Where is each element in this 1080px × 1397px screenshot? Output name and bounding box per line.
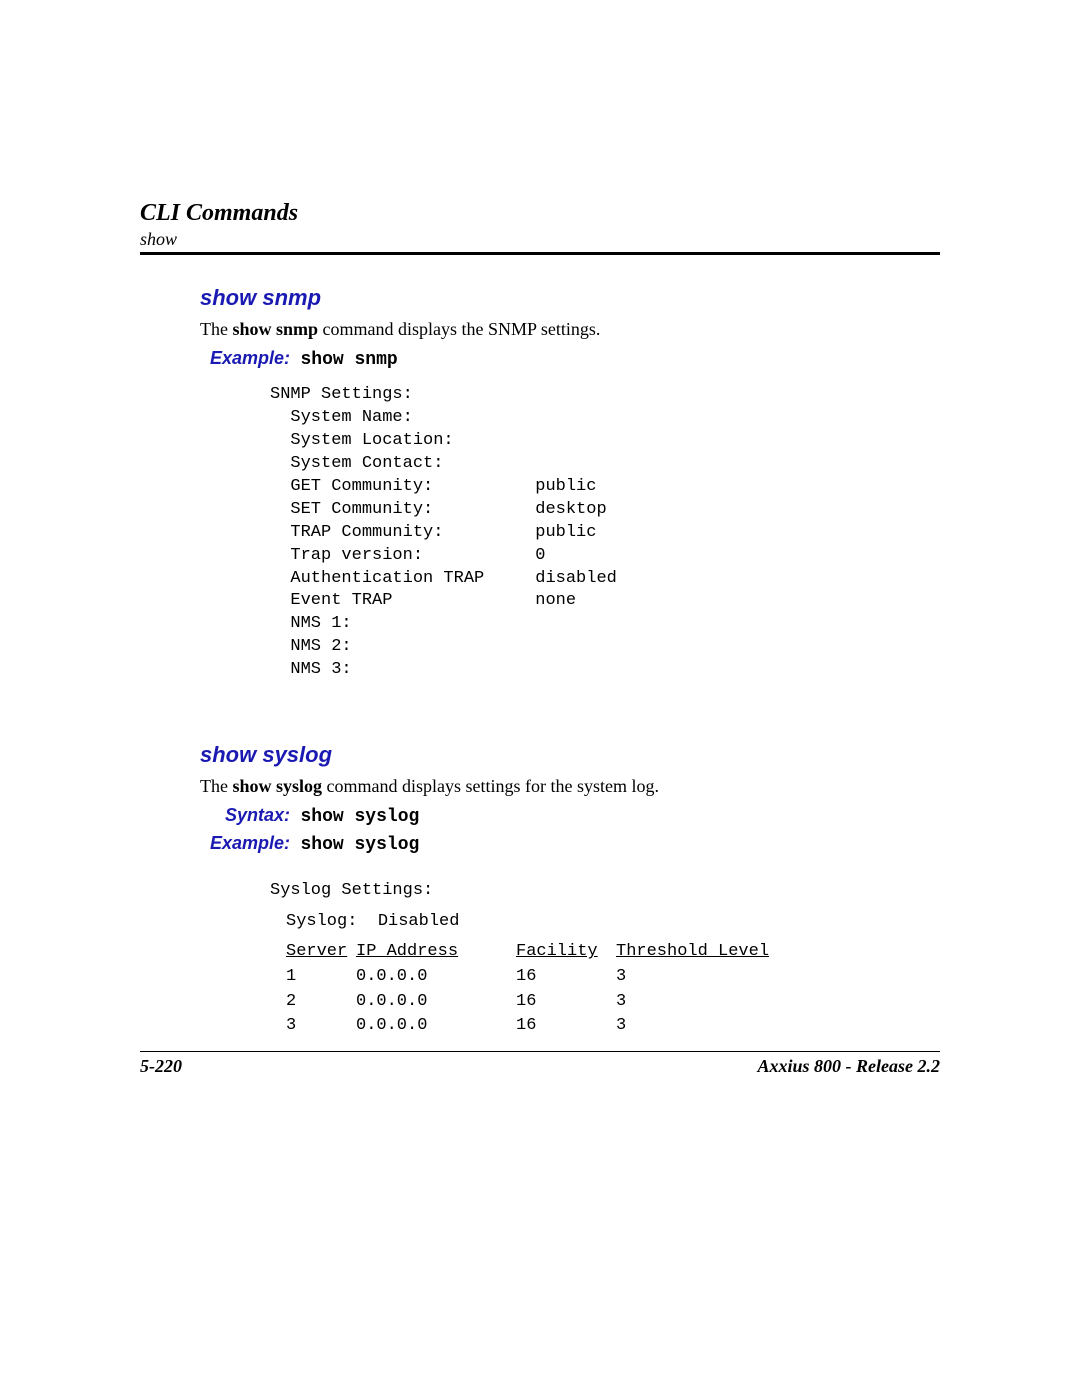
table-row: 10.0.0.0163 bbox=[270, 965, 940, 990]
syslog-title: Syslog Settings: bbox=[270, 879, 940, 904]
desc-pre: The bbox=[200, 776, 232, 796]
example-label: Example: bbox=[200, 833, 290, 854]
col-header-ip: IP Address bbox=[356, 940, 516, 965]
cell-server: 2 bbox=[286, 990, 356, 1015]
cell-threshold: 3 bbox=[616, 1014, 776, 1039]
page-header-title: CLI Commands bbox=[140, 200, 940, 227]
col-header-threshold: Threshold Level bbox=[616, 940, 776, 965]
syslog-output: Syslog Settings: Syslog: Disabled Server… bbox=[270, 879, 940, 1039]
section-heading-show-syslog: show syslog bbox=[200, 742, 940, 768]
section1-description: The show snmp command displays the SNMP … bbox=[200, 319, 940, 340]
col-header-server: Server bbox=[286, 940, 356, 965]
page-header-subtitle: show bbox=[140, 229, 940, 250]
desc-post: command displays the SNMP settings. bbox=[318, 319, 600, 339]
col-header-facility: Facility bbox=[516, 940, 616, 965]
syslog-header-row: ServerIP AddressFacilityThreshold Level bbox=[270, 940, 940, 965]
header-rule bbox=[140, 252, 940, 255]
cell-facility: 16 bbox=[516, 990, 616, 1015]
cell-facility: 16 bbox=[516, 1014, 616, 1039]
footer-product: Axxius 800 - Release 2.2 bbox=[758, 1056, 941, 1077]
example-row-syslog: Example: show syslog bbox=[200, 833, 940, 855]
desc-post: command displays settings for the system… bbox=[322, 776, 659, 796]
table-row: 30.0.0.0163 bbox=[270, 1014, 940, 1039]
example-label: Example: bbox=[200, 348, 290, 369]
desc-pre: The bbox=[200, 319, 232, 339]
desc-cmd: show syslog bbox=[232, 776, 322, 796]
syslog-status-label: Syslog: bbox=[286, 912, 357, 931]
syntax-row-syslog: Syntax: show syslog bbox=[200, 805, 940, 827]
cell-server: 3 bbox=[286, 1014, 356, 1039]
section-heading-show-snmp: show snmp bbox=[200, 285, 940, 311]
syslog-status-value: Disabled bbox=[378, 912, 460, 931]
cell-threshold: 3 bbox=[616, 990, 776, 1015]
example-cmd: show syslog bbox=[301, 835, 420, 855]
example-row-snmp: Example: show snmp bbox=[200, 348, 940, 370]
section2-description: The show syslog command displays setting… bbox=[200, 776, 940, 797]
cell-ip: 0.0.0.0 bbox=[356, 965, 516, 990]
syntax-label: Syntax: bbox=[200, 805, 290, 826]
table-row: 20.0.0.0163 bbox=[270, 990, 940, 1015]
syslog-status-row: Syslog: Disabled bbox=[270, 910, 940, 935]
cell-server: 1 bbox=[286, 965, 356, 990]
cell-ip: 0.0.0.0 bbox=[356, 990, 516, 1015]
cell-threshold: 3 bbox=[616, 965, 776, 990]
footer-rule bbox=[140, 1051, 940, 1052]
syntax-cmd: show syslog bbox=[301, 807, 420, 827]
desc-cmd: show snmp bbox=[232, 319, 318, 339]
example-cmd: show snmp bbox=[301, 350, 398, 370]
footer-page-number: 5-220 bbox=[140, 1056, 182, 1077]
snmp-output: SNMP Settings: System Name: System Locat… bbox=[270, 384, 940, 682]
cell-ip: 0.0.0.0 bbox=[356, 1014, 516, 1039]
cell-facility: 16 bbox=[516, 965, 616, 990]
